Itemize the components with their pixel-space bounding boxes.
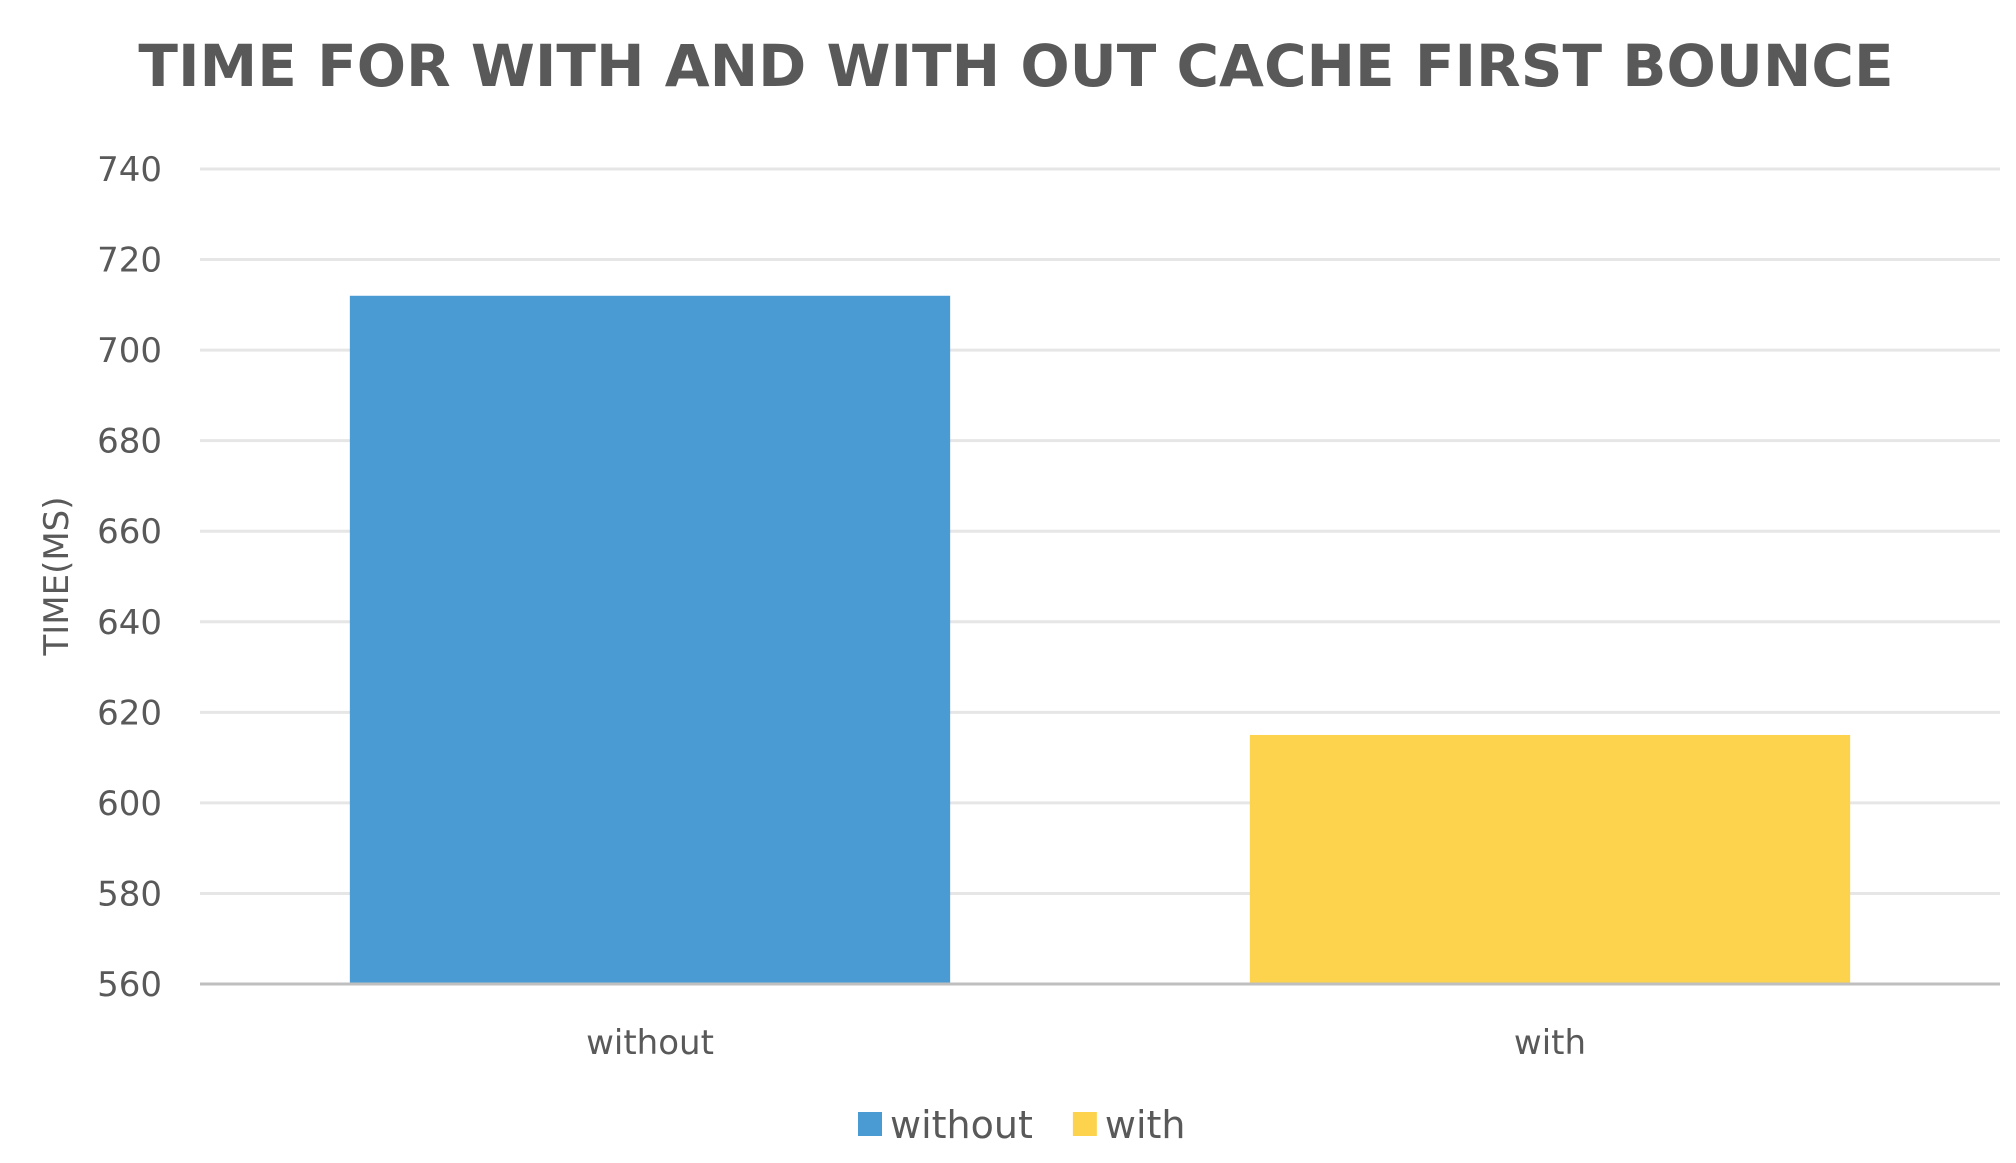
y-tick-label: 740 (97, 150, 162, 190)
y-tick-label: 700 (97, 331, 162, 371)
y-tick-label: 640 (97, 603, 162, 643)
chart-title: TIME FOR WITH AND WITH OUT CACHE FIRST B… (138, 32, 1893, 100)
y-tick-label: 720 (97, 241, 162, 281)
y-tick-label: 600 (97, 784, 162, 824)
y-tick-label: 580 (97, 874, 162, 914)
bar-without (349, 295, 951, 984)
y-tick-label: 680 (97, 422, 162, 462)
y-axis-ticks: 560 580 600 620 640 660 680 700 720 740 (97, 150, 162, 1005)
y-axis-label: TIME(MS) (37, 496, 77, 656)
legend-label-with: with (1105, 1103, 1186, 1147)
legend: without with (858, 1103, 1185, 1147)
x-tick-label: without (586, 1023, 714, 1063)
y-tick-label: 560 (97, 965, 162, 1005)
x-tick-label: with (1514, 1023, 1586, 1063)
legend-swatch-without (858, 1112, 882, 1136)
x-axis-ticks: without with (586, 1023, 1586, 1063)
legend-swatch-with (1072, 1112, 1097, 1136)
bars (349, 295, 1851, 984)
y-tick-label: 620 (97, 693, 162, 733)
bar-with (1249, 734, 1851, 984)
y-tick-label: 660 (97, 512, 162, 552)
legend-label-without: without (890, 1103, 1033, 1147)
bar-chart: TIME FOR WITH AND WITH OUT CACHE FIRST B… (37, 32, 2000, 1147)
